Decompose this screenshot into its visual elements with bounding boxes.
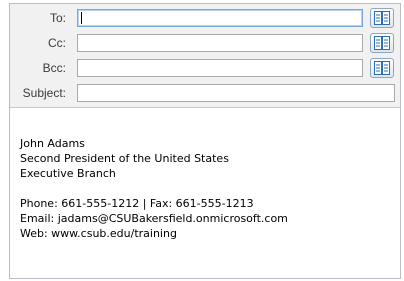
bcc-row: Bcc:	[10, 58, 400, 80]
address-book-icon	[374, 11, 390, 25]
to-address-book-button[interactable]	[370, 8, 394, 28]
bcc-label: Bcc:	[42, 61, 66, 75]
signature-web: Web: www.csub.edu/training	[20, 227, 177, 240]
to-row: To:	[10, 8, 400, 30]
to-label: To:	[49, 11, 66, 25]
address-book-icon	[374, 61, 390, 75]
cc-address-book-button[interactable]	[370, 33, 394, 53]
cc-field[interactable]	[77, 34, 363, 52]
bcc-address-book-button[interactable]	[370, 58, 394, 78]
address-book-icon	[374, 36, 390, 50]
signature-email: Email: jadams@CSUBakersfield.onmicrosoft…	[20, 212, 288, 225]
subject-row: Subject:	[10, 83, 400, 105]
signature-phone-fax: Phone: 661-555-1212 | Fax: 661-555-1213	[20, 197, 254, 210]
bcc-field[interactable]	[77, 59, 363, 77]
cc-row: Cc:	[10, 33, 400, 55]
cc-label: Cc:	[48, 36, 66, 50]
subject-field[interactable]	[77, 84, 395, 102]
message-body[interactable]: John Adams Second President of the Unite…	[20, 136, 288, 241]
signature-name: John Adams	[20, 137, 85, 150]
signature-spacer	[20, 181, 288, 196]
subject-label: Subject:	[22, 86, 66, 100]
signature-title: Second President of the United States	[20, 152, 229, 165]
signature-department: Executive Branch	[20, 167, 116, 180]
to-field[interactable]	[77, 9, 363, 27]
compose-header: To: Cc: Bcc: Subject:	[10, 4, 400, 108]
text-caret	[81, 12, 82, 24]
email-compose-window: To: Cc: Bcc: Subject: John Adams Second …	[9, 3, 401, 279]
